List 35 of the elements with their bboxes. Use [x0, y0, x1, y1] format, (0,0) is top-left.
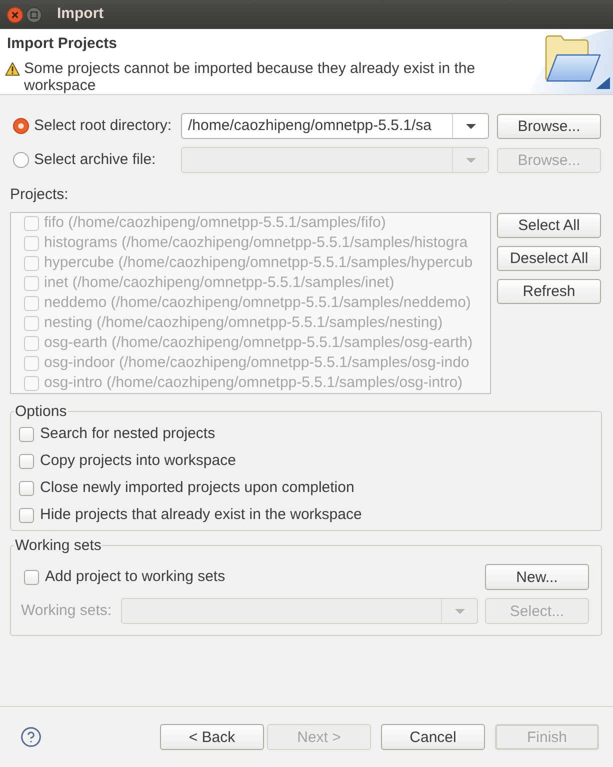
folder-icon	[530, 29, 613, 94]
caret-icon	[454, 608, 464, 614]
refresh-button[interactable]: Refresh	[497, 279, 601, 304]
option-label[interactable]: Copy projects into workspace	[40, 450, 236, 473]
radio-label[interactable]: Select root directory:	[34, 114, 172, 138]
back-button[interactable]: < Back	[160, 724, 264, 750]
option-checkbox[interactable]	[19, 508, 34, 523]
working-sets-label: Working sets:	[21, 600, 113, 621]
select-all-button[interactable]: Select All	[497, 213, 601, 238]
cancel-button[interactable]: Cancel	[381, 724, 485, 750]
warning-icon	[5, 62, 20, 76]
maximize-icon[interactable]	[26, 6, 42, 22]
close-icon[interactable]	[7, 6, 23, 22]
page-title: Import Projects	[7, 35, 118, 52]
projects-label: Projects:	[10, 186, 70, 203]
group-title: Options	[14, 403, 68, 420]
browse-button[interactable]: Browse...	[497, 114, 601, 138]
working-set-label[interactable]: Add project to working sets	[45, 566, 485, 588]
option-label[interactable]: Close newly imported projects upon completion	[40, 477, 354, 500]
option-label[interactable]: Search for nested projects	[40, 423, 216, 446]
deselect-all-button[interactable]: Deselect All	[497, 246, 601, 271]
directory-combo[interactable]: /home/caozhipeng/omnetpp-5.5.1/sa	[181, 113, 489, 139]
working-set-checkbox[interactable]	[24, 570, 39, 584]
option-checkbox[interactable]	[19, 481, 34, 496]
radio-button[interactable]	[13, 118, 29, 134]
option-label[interactable]: Hide projects that already exist in the workspace	[40, 504, 362, 527]
help-icon[interactable]	[20, 726, 42, 748]
window-title: Import	[57, 4, 104, 24]
option-checkbox[interactable]	[19, 427, 34, 442]
caret-icon	[466, 158, 476, 162]
warning-message: Some projects cannot be imported because they already exist in the workspace	[24, 60, 476, 94]
option-checkbox[interactable]	[19, 454, 34, 469]
new-button[interactable]: New...	[485, 564, 589, 590]
group-title: Working sets	[14, 537, 102, 554]
caret-icon	[466, 124, 476, 128]
